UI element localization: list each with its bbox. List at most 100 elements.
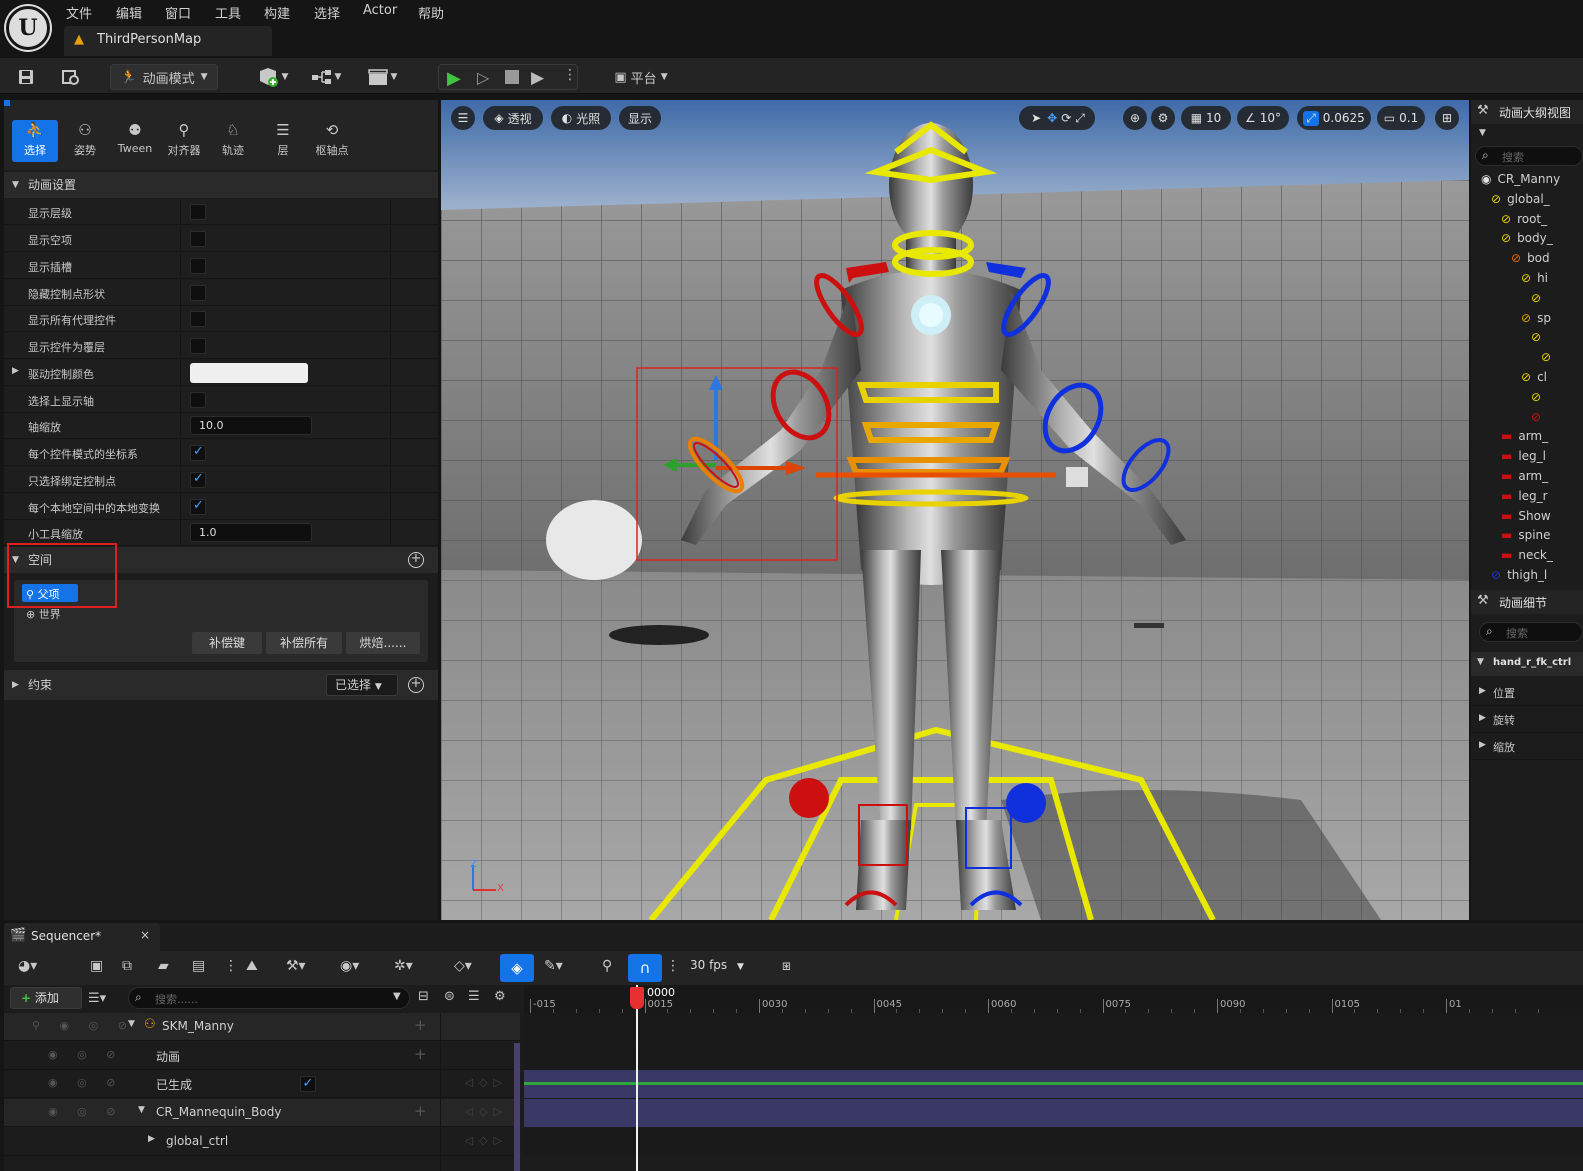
grid-snap[interactable]: ▦ 10 <box>1181 106 1231 130</box>
unreal-logo-icon[interactable]: U <box>6 6 50 50</box>
camera-speed[interactable]: ▭ 0.1 <box>1377 106 1425 130</box>
outliner-item[interactable]: ⊘ body_ <box>1501 231 1553 245</box>
setting-checkbox[interactable] <box>190 258 206 274</box>
show-button[interactable]: 显示 <box>619 106 661 130</box>
add-space-icon[interactable]: + <box>408 552 424 568</box>
outliner-item[interactable]: ▬ arm_ <box>1501 429 1548 443</box>
collapse-icon[interactable]: ▼ <box>128 1019 135 1029</box>
outliner-item[interactable]: ▬ neck_ <box>1501 548 1553 562</box>
outliner-item[interactable]: ⊘ <box>1531 390 1547 404</box>
wrench-icon[interactable]: ⚒▾ <box>286 958 306 974</box>
outliner-item[interactable]: ▬ leg_r <box>1501 489 1548 503</box>
select-arrow-icon[interactable]: ➤ <box>1031 111 1041 125</box>
outliner-search-input[interactable]: ⌕ 搜索 <box>1475 146 1583 166</box>
scale-snap[interactable]: ⤢ 0.0625 <box>1297 106 1371 130</box>
outliner-item[interactable]: ⊘ hi <box>1521 271 1548 285</box>
viewport-menu-icon[interactable]: ☰ <box>451 106 475 130</box>
outliner-item[interactable]: ◉ CR_Manny <box>1481 172 1560 186</box>
auto-key-toggle-icon[interactable]: ◈ <box>500 954 534 982</box>
cinematics-icon[interactable]: ▼ <box>362 64 402 90</box>
more-icon[interactable]: ⋮ <box>563 67 577 83</box>
add-actor-icon[interactable]: ▼ <box>252 64 292 90</box>
save-icon[interactable] <box>12 64 40 90</box>
save-icon[interactable]: ▣ <box>90 958 103 974</box>
timeline-ruler[interactable]: -015 0015 0030 0045 0060 0075 0090 0105 01 <box>524 985 1583 1015</box>
more-icon[interactable]: ⋮ <box>224 958 238 974</box>
keyframe-nav-icons[interactable]: ◁◇▷ <box>465 1076 508 1089</box>
mode-tween[interactable]: ⚉ Tween <box>112 120 158 162</box>
track-lane-spawned[interactable] <box>524 1070 1583 1098</box>
setting-checkbox[interactable] <box>190 498 206 515</box>
mode-layer[interactable]: ☰ 层 <box>260 120 306 162</box>
control-header[interactable]: ▼ hand_r_fk_ctrl <box>1471 652 1583 676</box>
menu-help[interactable]: 帮助 <box>418 3 444 22</box>
setting-checkbox[interactable] <box>190 231 206 247</box>
eye-icon[interactable]: ◉▾ <box>340 958 359 974</box>
details-search-input[interactable]: ⌕ 搜索 <box>1479 622 1583 642</box>
details-rotation-row[interactable]: ▶ 旋转 <box>1471 707 1583 733</box>
filter-dropdown-icon[interactable]: ▼ <box>1479 128 1486 138</box>
track-lane[interactable] <box>524 1013 1583 1041</box>
anim-settings-header[interactable]: ▼ 动画设置 <box>4 172 438 198</box>
gizmo-scale-input[interactable]: 1.0 <box>190 523 312 542</box>
mode-pose[interactable]: ⚇ 姿势 <box>62 120 108 162</box>
add-subtrack-icon[interactable]: + <box>414 1045 427 1063</box>
step-icon[interactable]: ▷ <box>477 68 489 87</box>
menu-tools[interactable]: 工具 <box>215 3 241 22</box>
keyframe-nav-icons[interactable]: ◁◇▷ <box>465 1105 508 1118</box>
mountain-icon[interactable]: ⛰ <box>246 958 258 974</box>
marker-icon[interactable]: ⚲ <box>602 958 612 974</box>
curve-editor-icon[interactable]: ⧆ <box>782 958 791 974</box>
scale-icon[interactable]: ⤢ <box>1075 111 1085 126</box>
compensate-key-button[interactable]: 补偿键 <box>192 632 262 654</box>
axis-scale-input[interactable]: 10.0 <box>190 416 312 435</box>
add-subtrack-icon[interactable]: + <box>414 1102 427 1120</box>
outliner-item[interactable]: ▬ Show <box>1501 509 1551 523</box>
track-search-input[interactable]: ⌕ 搜索...... ▼ <box>128 987 410 1009</box>
translate-icon[interactable]: ✥ <box>1047 111 1057 125</box>
mode-pivot[interactable]: ⟲ 枢轴点 <box>309 120 355 162</box>
perspective-button[interactable]: ◈ 透视 <box>483 106 543 130</box>
playhead-handle[interactable] <box>630 987 644 1009</box>
menu-window[interactable]: 窗口 <box>165 3 191 22</box>
setting-checkbox[interactable] <box>190 444 206 461</box>
setting-checkbox[interactable] <box>190 471 206 488</box>
auto-key-icon[interactable]: ✲▾ <box>394 958 413 974</box>
platform-dropdown[interactable]: ▣ 平台 ▼ <box>606 64 676 90</box>
expand-icon[interactable]: ▶ <box>12 366 19 376</box>
eject-icon[interactable]: ▶ <box>531 68 544 88</box>
track-lane-control-rig[interactable] <box>524 1099 1583 1127</box>
rotation-snap[interactable]: ∠ 10° <box>1237 106 1289 130</box>
render-icon[interactable]: ▤ <box>192 958 205 974</box>
outliner-item[interactable]: ⊘ <box>1531 291 1547 305</box>
camera-icon[interactable]: ▰ <box>158 958 169 974</box>
track-lane[interactable] <box>524 1042 1583 1070</box>
color-swatch[interactable] <box>190 363 308 383</box>
outliner-item[interactable]: ⊘ cl <box>1521 370 1547 384</box>
expand-icon[interactable]: ▶ <box>148 1134 155 1144</box>
rotate-icon[interactable]: ⟳ <box>1061 111 1071 125</box>
world-icon[interactable]: ◕▾ <box>18 958 37 974</box>
keyframe-nav-icons[interactable]: ◁◇▷ <box>465 1134 508 1147</box>
level-viewport[interactable]: Z X ☰ ◈ 透视 ◐ 光照 显示 ➤ ✥ ⟳ ⤢ ⊕ ⚙ ▦ 10 ∠ 10° ⤢ 0… <box>441 100 1469 920</box>
setting-checkbox[interactable] <box>190 285 206 301</box>
stop-icon[interactable] <box>505 70 519 84</box>
lighting-button[interactable]: ◐ 光照 <box>551 106 611 130</box>
menu-file[interactable]: 文件 <box>66 3 92 22</box>
world-space-icon[interactable]: ⊕ <box>1123 106 1147 130</box>
details-position-row[interactable]: ▶ 位置 <box>1471 680 1583 706</box>
menu-actor[interactable]: Actor <box>363 3 397 18</box>
fps-dropdown[interactable]: 30 fps ▼ <box>690 958 744 972</box>
surface-snap-icon[interactable]: ⚙ <box>1151 106 1175 130</box>
blueprint-icon[interactable]: ▼ <box>306 64 346 90</box>
mode-aligner[interactable]: ⚲ 对齐器 <box>161 120 207 162</box>
menu-build[interactable]: 构建 <box>264 3 290 22</box>
outliner-item[interactable]: ⊘ <box>1531 410 1547 424</box>
track-row-spawned[interactable]: ◉ ◎ ⊘ 已生成 ✓ ◁◇▷ <box>4 1070 520 1098</box>
list-icon[interactable]: ☰ <box>468 989 480 1004</box>
play-icon[interactable]: ▶ <box>447 68 461 89</box>
browse-icon[interactable]: ⧉ <box>122 958 132 974</box>
outliner-item[interactable]: ▬ leg_l <box>1501 449 1546 463</box>
setting-checkbox[interactable] <box>190 204 206 220</box>
compensate-all-button[interactable]: 补偿所有 <box>266 632 342 654</box>
